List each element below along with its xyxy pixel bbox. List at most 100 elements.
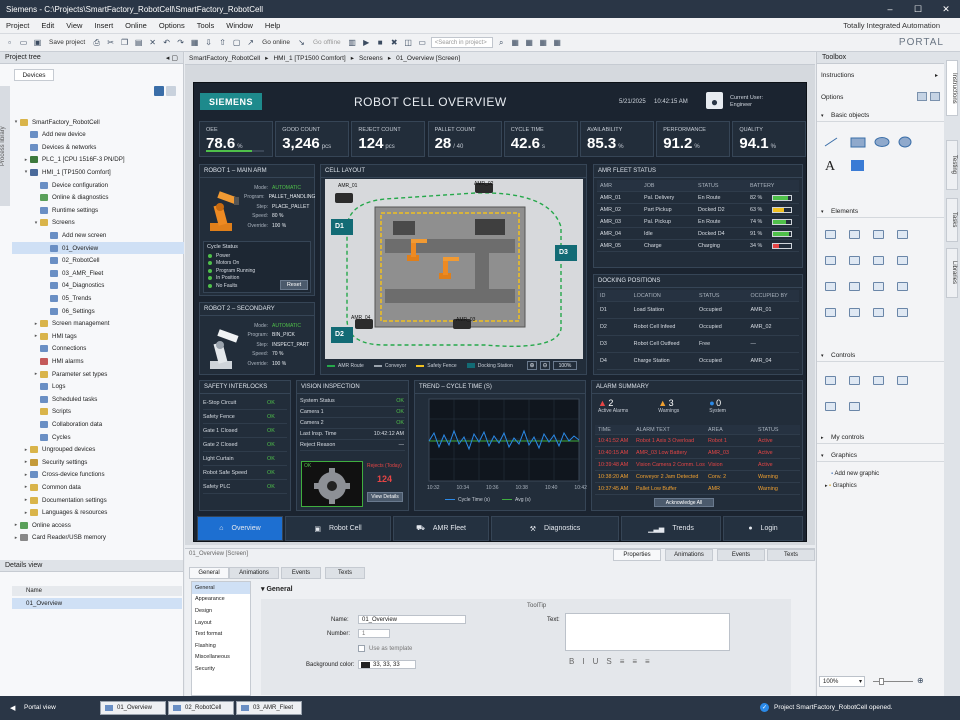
recipe-view-icon[interactable] [825, 402, 836, 411]
view-details-button[interactable]: View Details [367, 492, 403, 502]
start-runtime-icon[interactable]: ▶ [361, 37, 372, 48]
breadcrumb-item[interactable]: SmartFactory_RobotCell [189, 55, 260, 62]
align-right-icon[interactable]: ≡ [645, 657, 650, 666]
save-project-button[interactable]: Save project [46, 39, 88, 46]
go-offline-button[interactable]: Go offline [310, 39, 344, 46]
tooltip-text-field[interactable] [565, 613, 730, 651]
table-row[interactable]: AMR_01 Pal. Delivery En Route 82 % [597, 192, 799, 204]
tool-icon-d[interactable]: ▦ [552, 37, 563, 48]
tree-expand-icon[interactable]: ▸ [22, 459, 30, 465]
format-b-icon[interactable]: B [569, 657, 574, 666]
align-center-icon[interactable]: ≡ [632, 657, 637, 666]
date-time-icon[interactable] [825, 256, 836, 265]
alarm-row[interactable]: 10:41:52 AM Robot 1 Axis 3 Overload Robot … [595, 435, 800, 447]
menu-help[interactable]: Help [259, 21, 286, 30]
graphic-io-icon[interactable] [897, 230, 908, 239]
undo-icon[interactable]: ↶ [161, 37, 172, 48]
minimize-icon[interactable]: – [876, 4, 904, 15]
toolbox-section-graphics[interactable]: ▾ Graphics [817, 450, 945, 462]
switch-icon[interactable] [849, 282, 860, 291]
table-row[interactable]: AMR_03 Pal. Pickup En Route 74 % [597, 216, 799, 228]
button-icon[interactable] [849, 230, 860, 239]
properties-nav-item[interactable]: Design [192, 605, 250, 617]
tree-item[interactable]: ▸ Parameter set types [12, 368, 184, 380]
tree-expand-icon[interactable]: ▾ [32, 220, 40, 226]
list-icon[interactable] [825, 308, 836, 317]
align-left-icon[interactable]: ≡ [620, 657, 625, 666]
table-row[interactable]: AMR_02 Part Pickup Docked D2 63 % [597, 204, 799, 216]
task-tab-libraries[interactable]: Libraries [946, 248, 958, 298]
copy-icon[interactable]: ❐ [119, 37, 130, 48]
properties-nav-item[interactable]: Miscellaneous [192, 652, 250, 664]
background-color-field[interactable]: 33, 33, 33 [358, 660, 416, 669]
nav-trends[interactable]: ▁▃▅ Trends [621, 516, 721, 541]
zoom-out-icon[interactable]: ⊖ [540, 361, 550, 370]
paste-icon[interactable]: ▤ [133, 37, 144, 48]
graphics-folder[interactable]: ▸ ▪ Graphics [825, 483, 857, 489]
tree-item[interactable]: 06_Settings [12, 305, 184, 317]
tree-expand-icon[interactable]: ▸ [22, 484, 30, 490]
tree-expand-icon[interactable]: ▸ [12, 522, 20, 528]
zoom-in-icon[interactable]: ⊕ [527, 361, 537, 370]
trend-icon[interactable] [849, 308, 860, 317]
delete-icon[interactable]: ✕ [147, 37, 158, 48]
portal-view-arrow-icon[interactable]: ◀ [10, 704, 15, 712]
zoom-select[interactable]: 100% [553, 361, 577, 370]
upload-icon[interactable]: ⇧ [217, 37, 228, 48]
format-s-icon[interactable]: S [606, 657, 611, 666]
tree-item[interactable]: ▸ Online access [12, 519, 184, 531]
toolbox-section-controls[interactable]: ▾ Controls [817, 350, 945, 362]
instructions-option[interactable]: Instructions [821, 72, 854, 79]
alarm-row[interactable]: 10:40:15 AM AMR_03 Low Battery AMR_03 Activ… [595, 447, 800, 459]
tree-item[interactable]: ▸ Security settings [12, 456, 184, 468]
properties-nav-item[interactable]: General [192, 582, 250, 594]
menu-view[interactable]: View [60, 21, 88, 30]
clock-icon[interactable] [849, 256, 860, 265]
menu-online[interactable]: Online [119, 21, 153, 30]
tree-item[interactable]: ▾ SmartFactory_RobotCell [12, 116, 184, 128]
table-row[interactable]: AMR_05 Charge Charging 34 % [597, 240, 799, 252]
reset-button[interactable]: Reset [280, 280, 308, 290]
properties-nav-item[interactable]: Appearance [192, 594, 250, 606]
new-project-icon[interactable]: ▫ [4, 37, 15, 48]
table-row[interactable]: D1 Load Station Occupied AMR_01 [597, 302, 799, 319]
editor-tab-01_overview[interactable]: 01_Overview [100, 701, 166, 715]
tree-item[interactable]: Collaboration data [12, 418, 184, 430]
nav-login[interactable]: ● Login [723, 516, 803, 541]
tree-item[interactable]: Cycles [12, 431, 184, 443]
cross-reference-icon[interactable]: ✖ [389, 37, 400, 48]
nav-amr-fleet[interactable]: ⛟ AMR Fleet [393, 516, 489, 541]
options-icon-a[interactable] [917, 92, 927, 101]
tree-expand-icon[interactable]: ▸ [32, 333, 40, 339]
tree-item[interactable]: Online & diagnostics [12, 192, 184, 204]
tree-item[interactable]: ▸ Cross-device functions [12, 469, 184, 481]
tree-item[interactable]: ▸ PLC_1 [CPU 1516F-3 PN/DP] [12, 154, 184, 166]
open-project-icon[interactable]: ▭ [18, 37, 29, 48]
tree-item[interactable]: ▸ Common data [12, 481, 184, 493]
instructions-arrow-icon[interactable]: ▸ [935, 72, 938, 79]
save-icon[interactable]: ▣ [32, 37, 43, 48]
split-editor-icon[interactable]: ◫ [403, 37, 414, 48]
gauge-icon[interactable] [873, 256, 884, 265]
scroll-bar-icon[interactable] [873, 282, 884, 291]
tree-item[interactable]: ▾ Screens [12, 217, 184, 229]
properties-tab-general[interactable]: General [189, 567, 229, 579]
menu-project[interactable]: Project [0, 21, 35, 30]
menu-tools[interactable]: Tools [191, 21, 221, 30]
zoom-slider-handle[interactable] [879, 678, 884, 685]
menu-insert[interactable]: Insert [88, 21, 119, 30]
print-icon[interactable]: ⎙ [91, 37, 102, 48]
symbol-library-icon[interactable] [897, 282, 908, 291]
simulate-icon[interactable]: ▢ [231, 37, 242, 48]
collapse-icon[interactable]: ◂ ▢ [166, 54, 183, 62]
tree-item[interactable]: 03_AMR_Fleet [12, 267, 184, 279]
process-library-tab[interactable]: Process library [0, 86, 10, 206]
tool-icon-b[interactable]: ▦ [524, 37, 535, 48]
system-diag-icon[interactable] [849, 402, 860, 411]
tool-icon-c[interactable]: ▦ [538, 37, 549, 48]
tree-item[interactable]: Logs [12, 381, 184, 393]
inspector-tab-animations[interactable]: Animations [665, 549, 713, 561]
properties-tab-animations[interactable]: Animations [229, 567, 279, 579]
properties-tab-events[interactable]: Events [281, 567, 321, 579]
tree-item[interactable]: HMI alarms [12, 355, 184, 367]
